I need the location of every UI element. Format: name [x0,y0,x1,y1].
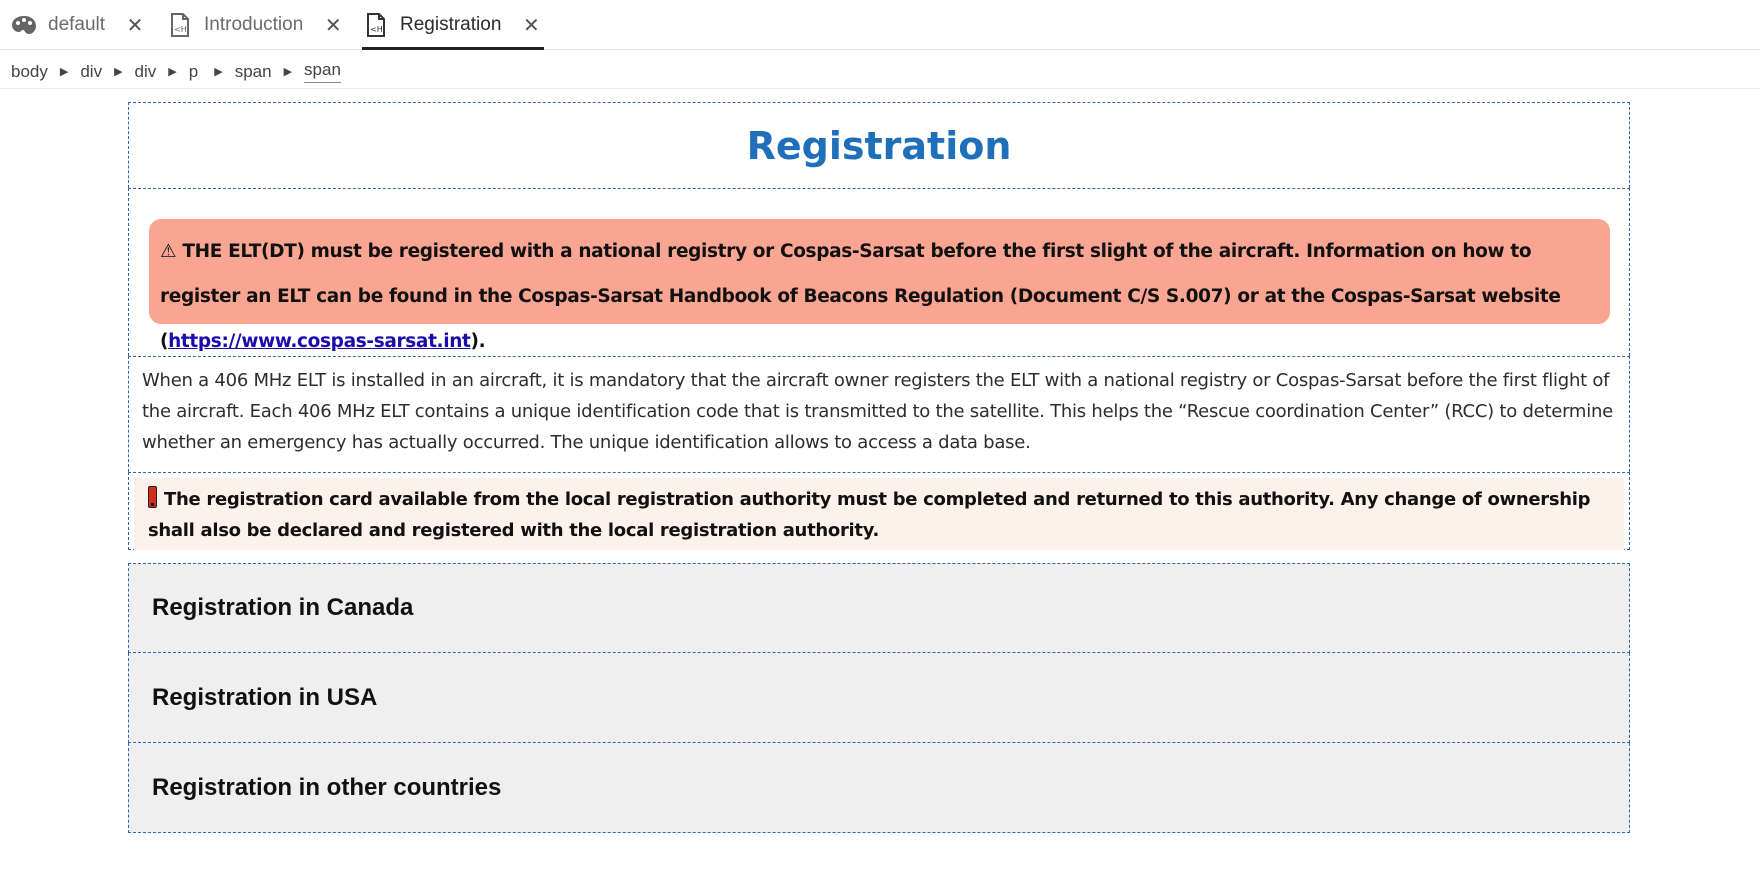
note-text: The registration card available from the… [148,489,1591,541]
chevron-right-icon: ▶ [214,66,223,78]
note-block[interactable]: The registration card available from the… [128,472,1630,550]
section-registration-usa[interactable]: Registration in USA [128,653,1630,743]
svg-text:<H: <H [370,25,383,34]
page-title: Registration [746,123,1012,168]
tab-label: default [48,14,106,35]
tab-default[interactable]: default ✕ [10,0,145,50]
warning-triangle-icon: ⚠ [160,241,177,262]
title-block[interactable]: Registration [128,102,1630,188]
exclamation-icon [148,486,157,508]
warning-text-end: ). [470,331,486,352]
section-registration-canada[interactable]: Registration in Canada [128,563,1630,653]
breadcrumb-item[interactable]: p [189,62,198,82]
chevron-right-icon: ▶ [59,66,69,78]
close-icon[interactable]: ✕ [521,13,541,38]
breadcrumb-item[interactable]: div [80,62,102,82]
chevron-right-icon: ▶ [168,66,177,78]
svg-text:<H: <H [174,25,187,34]
tab-registration[interactable]: <H Registration ✕ [362,0,544,50]
section-registration-other[interactable]: Registration in other countries [128,743,1630,833]
tab-label: Introduction [204,14,304,35]
chevron-right-icon: ▶ [114,66,123,78]
warning-callout: ⚠ THE ELT(DT) must be registered with a … [149,219,1610,352]
chevron-right-icon: ▶ [283,66,293,78]
body-paragraph[interactable]: When a 406 MHz ELT is installed in an ai… [128,356,1630,472]
tab-bar: default ✕ <H Introduction ✕ <H Registrat… [0,0,1760,50]
breadcrumb-item-current[interactable]: span [304,60,341,83]
tab-introduction[interactable]: <H Introduction ✕ [166,0,343,50]
tab-label: Registration [400,14,502,35]
palette-icon [10,11,38,39]
breadcrumb: body ▶ div ▶ div ▶ p ▶ span ▶ span [0,55,1760,89]
html-file-icon: <H [362,11,390,39]
html-file-icon: <H [166,11,194,39]
document-canvas: Registration ⚠ THE ELT(DT) must be regis… [128,102,1630,833]
breadcrumb-item[interactable]: body [11,62,48,82]
breadcrumb-item[interactable]: span [235,62,272,82]
breadcrumb-item[interactable]: div [135,62,157,82]
cospas-sarsat-link[interactable]: https://www.cospas-sarsat.int [168,331,471,352]
close-icon[interactable]: ✕ [125,13,145,38]
warning-block[interactable]: ⚠ THE ELT(DT) must be registered with a … [128,188,1630,356]
close-icon[interactable]: ✕ [323,13,343,38]
note-callout: The registration card available from the… [134,478,1624,550]
